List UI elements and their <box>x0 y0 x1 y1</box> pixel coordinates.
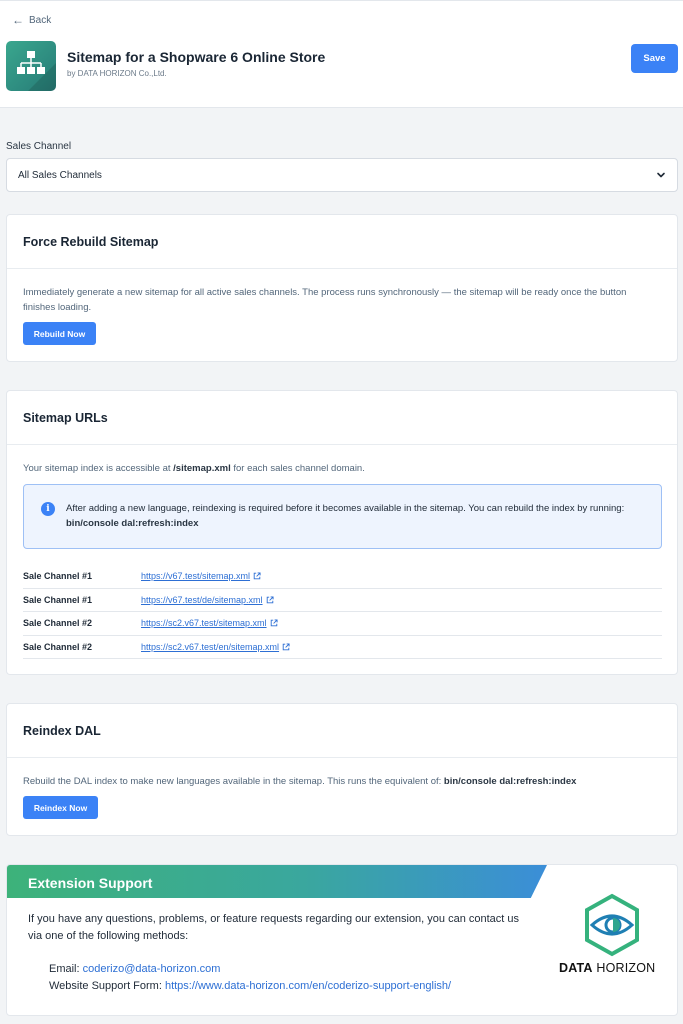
extension-support-card: Extension Support If you have any questi… <box>6 864 678 1016</box>
external-link-icon <box>282 643 290 650</box>
support-email-line: Email: coderizo@data-horizon.com <box>49 963 220 975</box>
page: ← Back Sitemap for a Shopware 6 Online S… <box>0 0 683 1024</box>
external-link-icon <box>253 572 261 580</box>
sitemap-icon <box>17 51 56 91</box>
reindex-info-alert: i After adding a new language, reindexin… <box>23 484 662 549</box>
info-message: After adding a new language, reindexing … <box>66 503 625 514</box>
sitemap-intro-suffix: for each sales channel domain. <box>230 463 365 474</box>
brand-data: DATA <box>559 961 593 975</box>
data-horizon-logo-icon <box>585 893 639 957</box>
sales-channel-select[interactable]: All Sales Channels <box>6 158 678 192</box>
reindex-now-button[interactable]: Reindex Now <box>23 796 98 819</box>
app-icon <box>6 41 56 91</box>
force-rebuild-title: Force Rebuild Sitemap <box>7 215 677 269</box>
sitemap-link[interactable]: https://v67.test/de/sitemap.xml <box>141 595 274 605</box>
info-text: After adding a new language, reindexing … <box>66 501 651 531</box>
rebuild-now-button[interactable]: Rebuild Now <box>23 322 96 345</box>
reindex-dal-title: Reindex DAL <box>7 704 677 758</box>
table-row: Sale Channel #2 https://sc2.v67.test/en/… <box>23 636 662 659</box>
channel-name: Sale Channel #1 <box>23 594 93 605</box>
info-command: bin/console dal:refresh:index <box>66 518 199 529</box>
sitemap-url: https://v67.test/sitemap.xml <box>141 571 251 582</box>
table-row: Sale Channel #2 https://sc2.v67.test/sit… <box>23 612 662 636</box>
support-email-link[interactable]: coderizo@data-horizon.com <box>83 963 221 975</box>
sitemap-link[interactable]: https://sc2.v67.test/en/sitemap.xml <box>141 642 290 652</box>
info-icon: i <box>41 502 55 516</box>
sitemap-urls-card: Sitemap URLs Your sitemap index is acces… <box>6 390 678 675</box>
sitemap-intro: Your sitemap index is accessible at /sit… <box>23 461 661 476</box>
reindex-description-text: Rebuild the DAL index to make new langua… <box>23 776 444 787</box>
email-label: Email: <box>49 963 83 975</box>
support-form-link[interactable]: https://www.data-horizon.com/en/coderizo… <box>165 980 451 992</box>
force-rebuild-description: Immediately generate a new sitemap for a… <box>23 287 627 313</box>
sitemap-intro-prefix: Your sitemap index is accessible at <box>23 463 174 474</box>
support-form-line: Website Support Form: https://www.data-h… <box>49 980 451 992</box>
vendor-name: by DATA HORIZON Co.,Ltd. <box>67 69 167 78</box>
channel-name: Sale Channel #2 <box>23 641 93 652</box>
force-rebuild-card: Force Rebuild Sitemap Immediately genera… <box>6 214 678 362</box>
brand-horizon: HORIZON <box>596 961 656 975</box>
arrow-left-icon: ← <box>12 13 24 27</box>
chevron-down-icon <box>657 172 665 178</box>
table-row: Sale Channel #1 https://v67.test/sitemap… <box>23 565 662 589</box>
page-title: Sitemap for a Shopware 6 Online Store <box>67 49 326 65</box>
channel-name: Sale Channel #1 <box>23 571 93 582</box>
table-row: Sale Channel #1 https://v67.test/de/site… <box>23 589 662 612</box>
sales-channel-label: Sales Channel <box>6 141 72 152</box>
sitemap-url: https://v67.test/de/sitemap.xml <box>141 594 263 605</box>
data-horizon-brand: DATA HORIZON <box>559 961 655 975</box>
sitemap-url-table: Sale Channel #1 https://v67.test/sitemap… <box>23 565 662 659</box>
external-link-icon <box>270 619 278 627</box>
sitemap-index-path: /sitemap.xml <box>173 463 231 474</box>
reindex-dal-card: Reindex DAL Rebuild the DAL index to mak… <box>6 703 678 836</box>
page-header: ← Back Sitemap for a Shopware 6 Online S… <box>0 0 683 108</box>
back-link[interactable]: ← Back <box>12 14 51 26</box>
reindex-command: bin/console dal:refresh:index <box>443 776 577 787</box>
support-text: If you have any questions, problems, or … <box>28 913 520 942</box>
sales-channel-value: All Sales Channels <box>18 169 102 181</box>
reindex-description: Rebuild the DAL index to make new langua… <box>23 774 661 789</box>
channel-name: Sale Channel #2 <box>23 618 93 629</box>
back-label: Back <box>29 14 52 26</box>
form-label: Website Support Form: <box>49 980 165 992</box>
sitemap-url: https://sc2.v67.test/en/sitemap.xml <box>141 641 280 652</box>
sitemap-urls-title: Sitemap URLs <box>7 391 677 445</box>
sitemap-link[interactable]: https://v67.test/sitemap.xml <box>141 571 261 581</box>
external-link-icon <box>266 596 274 603</box>
save-button[interactable]: Save <box>631 44 678 73</box>
sitemap-link[interactable]: https://sc2.v67.test/sitemap.xml <box>141 618 278 628</box>
sitemap-url: https://sc2.v67.test/sitemap.xml <box>141 618 267 629</box>
support-title: Extension Support <box>28 875 153 891</box>
